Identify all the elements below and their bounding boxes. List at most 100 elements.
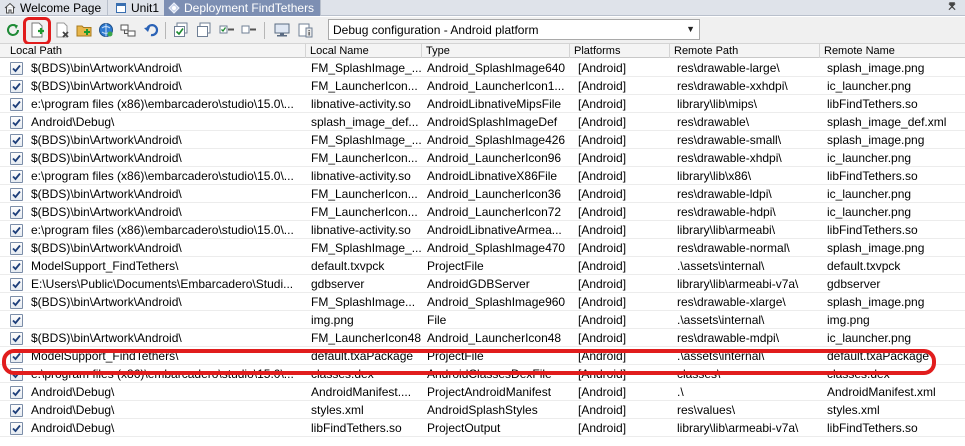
deploy-checkbox[interactable] bbox=[10, 80, 23, 93]
remove-file-icon bbox=[56, 22, 69, 38]
deploy-checkbox[interactable] bbox=[10, 386, 23, 399]
type-cell: AndroidLibnativeMipsFile bbox=[427, 97, 562, 111]
toggle-button[interactable] bbox=[218, 21, 236, 39]
type-cell: Android_LauncherIcon48 bbox=[427, 331, 562, 345]
document-tab-strip: Welcome Page Unit1 Deployment FindTether… bbox=[0, 0, 965, 16]
table-row[interactable]: Android\Debug\ AndroidManifest.... Project… bbox=[0, 383, 965, 401]
refresh-button[interactable] bbox=[4, 21, 22, 39]
type-cell: ProjectFile bbox=[427, 259, 484, 273]
connection-profile-button[interactable] bbox=[97, 21, 115, 39]
platform-button[interactable] bbox=[119, 21, 137, 39]
deploy-checkbox[interactable] bbox=[10, 116, 23, 129]
column-header-type[interactable]: Type bbox=[422, 44, 570, 58]
checkmark-icon bbox=[12, 154, 21, 163]
toolbar-separator bbox=[264, 22, 265, 39]
table-row[interactable]: e:\program files (x86)\embarcadero\studi… bbox=[0, 95, 965, 113]
add-files-button[interactable] bbox=[28, 21, 46, 39]
info-button[interactable] bbox=[296, 21, 314, 39]
table-row[interactable]: $(BDS)\bin\Artwork\Android\ FM_LauncherIc… bbox=[0, 329, 965, 347]
table-row[interactable]: $(BDS)\bin\Artwork\Android\ FM_SplashImag… bbox=[0, 131, 965, 149]
table-row[interactable]: $(BDS)\bin\Artwork\Android\ FM_SplashImag… bbox=[0, 59, 965, 77]
remote-path-cell: library\lib\armeabi-v7a\ bbox=[677, 277, 799, 291]
toggle-off-button[interactable] bbox=[240, 21, 258, 39]
table-row[interactable]: $(BDS)\bin\Artwork\Android\ FM_LauncherIc… bbox=[0, 149, 965, 167]
close-icon[interactable]: ✕ bbox=[947, 0, 957, 14]
table-row[interactable]: e:\program files (x86)\embarcadero\studi… bbox=[0, 221, 965, 239]
column-header-local-name[interactable]: Local Name bbox=[306, 44, 422, 58]
deploy-checkbox[interactable] bbox=[10, 170, 23, 183]
deploy-checkbox[interactable] bbox=[10, 314, 23, 327]
deploy-checkbox[interactable] bbox=[10, 296, 23, 309]
checkmark-icon bbox=[12, 262, 21, 271]
tab-deployment[interactable]: Deployment FindTethers bbox=[164, 0, 322, 16]
table-row[interactable]: Android\Debug\ styles.xml AndroidSplashSty… bbox=[0, 401, 965, 419]
checkmark-icon bbox=[12, 172, 21, 181]
platforms-cell: [Android] bbox=[578, 331, 627, 345]
remote-name-cell: libFindTethers.so bbox=[827, 223, 918, 237]
table-row[interactable]: E:\Users\Public\Documents\Embarcadero\St… bbox=[0, 275, 965, 293]
refresh-icon bbox=[7, 24, 19, 36]
configuration-dropdown[interactable]: Debug configuration - Android platform ▼ bbox=[328, 19, 700, 40]
add-featured-files-button[interactable] bbox=[75, 21, 93, 39]
deploy-checkbox[interactable] bbox=[10, 422, 23, 435]
tab-welcome-page[interactable]: Welcome Page bbox=[0, 0, 109, 16]
table-row[interactable]: ModelSupport_FindTethers\ default.txvpck P… bbox=[0, 257, 965, 275]
deploy-checkbox[interactable] bbox=[10, 188, 23, 201]
remove-files-button[interactable] bbox=[53, 21, 71, 39]
add-feature-icon bbox=[76, 25, 92, 37]
platforms-cell: [Android] bbox=[578, 133, 627, 147]
deploy-checkbox[interactable] bbox=[10, 242, 23, 255]
table-row[interactable]: $(BDS)\bin\Artwork\Android\ FM_SplashImag… bbox=[0, 239, 965, 257]
local-path-cell: $(BDS)\bin\Artwork\Android\ bbox=[31, 61, 182, 75]
deploy-button[interactable] bbox=[273, 21, 291, 39]
type-cell: Android_SplashImage960 bbox=[427, 295, 566, 309]
column-header-remote-path[interactable]: Remote Path bbox=[670, 44, 820, 58]
deploy-checkbox[interactable] bbox=[10, 278, 23, 291]
deploy-checkbox[interactable] bbox=[10, 332, 23, 345]
revert-icon bbox=[144, 24, 159, 37]
platforms-cell: [Android] bbox=[578, 403, 627, 417]
local-path-cell: $(BDS)\bin\Artwork\Android\ bbox=[31, 241, 182, 255]
deploy-checkbox[interactable] bbox=[10, 98, 23, 111]
copy-button[interactable] bbox=[195, 21, 213, 39]
column-header-local-path[interactable]: Local Path bbox=[6, 44, 306, 58]
type-cell: Android_LauncherIcon72 bbox=[427, 205, 562, 219]
check-all-button[interactable] bbox=[172, 21, 190, 39]
column-header-remote-name[interactable]: Remote Name bbox=[820, 44, 965, 58]
deploy-checkbox[interactable] bbox=[10, 62, 23, 75]
table-row[interactable]: img.png File [Android] .\assets\internal\ im… bbox=[0, 311, 965, 329]
type-cell: Android_LauncherIcon96 bbox=[427, 151, 562, 165]
table-row[interactable]: $(BDS)\bin\Artwork\Android\ FM_SplashImag… bbox=[0, 293, 965, 311]
remote-name-cell: ic_launcher.png bbox=[827, 331, 912, 345]
grid-header: Local Path Local Name Type Platforms Rem… bbox=[0, 44, 965, 58]
table-row[interactable]: Android\Debug\ libFindTethers.so ProjectOu… bbox=[0, 419, 965, 437]
deploy-checkbox[interactable] bbox=[10, 206, 23, 219]
table-row[interactable]: Android\Debug\ splash_image_def... Android… bbox=[0, 113, 965, 131]
deploy-checkbox[interactable] bbox=[10, 260, 23, 273]
deploy-icon bbox=[274, 23, 290, 37]
deploy-checkbox[interactable] bbox=[10, 134, 23, 147]
remote-path-cell: res\values\ bbox=[677, 403, 736, 417]
revert-button[interactable] bbox=[142, 21, 160, 39]
type-cell: Android_SplashImage640 bbox=[427, 61, 566, 75]
table-row[interactable]: $(BDS)\bin\Artwork\Android\ FM_LauncherIc… bbox=[0, 203, 965, 221]
platforms-cell: [Android] bbox=[578, 259, 627, 273]
local-path-cell: $(BDS)\bin\Artwork\Android\ bbox=[31, 133, 182, 147]
checkmark-icon bbox=[12, 424, 21, 433]
column-header-platforms[interactable]: Platforms bbox=[570, 44, 670, 58]
deployment-file-grid: Local Path Local Name Type Platforms Rem… bbox=[0, 44, 965, 446]
deploy-checkbox[interactable] bbox=[10, 152, 23, 165]
deployment-icon bbox=[168, 2, 180, 14]
deploy-checkbox[interactable] bbox=[10, 404, 23, 417]
remote-path-cell: .\assets\internal\ bbox=[677, 313, 765, 327]
checkmark-icon bbox=[12, 244, 21, 253]
table-row[interactable]: $(BDS)\bin\Artwork\Android\ FM_LauncherIc… bbox=[0, 77, 965, 95]
table-row[interactable]: $(BDS)\bin\Artwork\Android\ FM_LauncherIc… bbox=[0, 185, 965, 203]
remote-path-cell: res\drawable-xhdpi\ bbox=[677, 151, 782, 165]
type-cell: Android_LauncherIcon1... bbox=[427, 79, 565, 93]
deploy-checkbox[interactable] bbox=[10, 224, 23, 237]
local-name-cell: AndroidManifest.... bbox=[311, 385, 412, 399]
remote-path-cell: res\drawable\ bbox=[677, 115, 750, 129]
table-row[interactable]: e:\program files (x86)\embarcadero\studi… bbox=[0, 167, 965, 185]
tab-unit1[interactable]: Unit1 bbox=[111, 0, 167, 16]
